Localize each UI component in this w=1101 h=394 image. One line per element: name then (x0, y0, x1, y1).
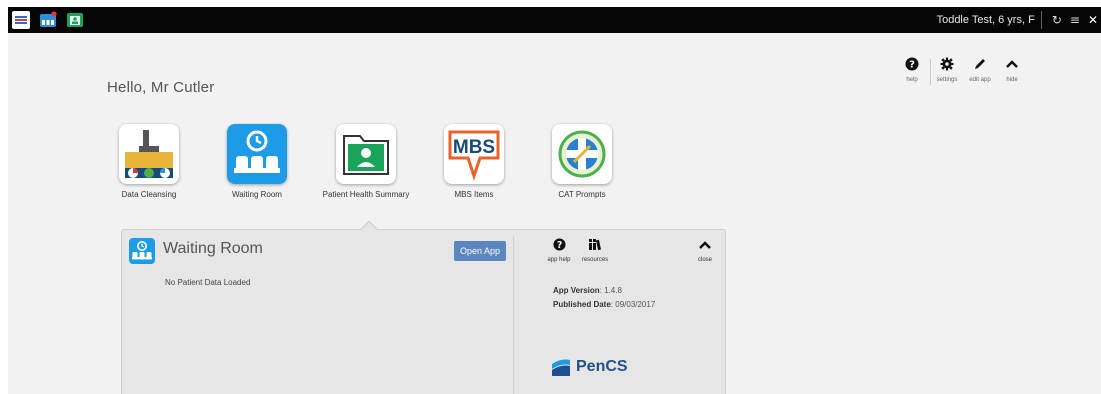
close-label: close (697, 257, 712, 263)
mbs-items-icon: MBS (444, 124, 504, 184)
close-panel-button[interactable]: close (685, 238, 725, 263)
patient-summary-tab-icon[interactable] (66, 11, 84, 29)
help-button[interactable]: ? help (894, 57, 930, 83)
app-version-row: App Version: 1.4.8 (553, 286, 622, 295)
divider (1040, 11, 1042, 29)
version-value: : 1.4.8 (599, 286, 622, 295)
app-tile-label: Data Cleansing (121, 190, 177, 199)
close-icon[interactable]: ✕ (1088, 13, 1098, 27)
app-tile-label: CAT Prompts (558, 190, 606, 199)
resources-button[interactable]: resources (575, 238, 615, 263)
greeting-text: Hello, Mr Cutler (107, 79, 215, 96)
cat-prompts-icon (552, 124, 612, 184)
mbs-icon-text: MBS (453, 137, 495, 158)
help-icon: ? (539, 238, 579, 254)
app-tile-waiting-room[interactable]: Waiting Room (207, 124, 307, 199)
waiting-room-tab-icon[interactable] (39, 11, 57, 29)
panel-divider (513, 236, 514, 394)
published-value: : 09/03/2017 (610, 300, 656, 309)
edit-app-button[interactable]: edit app (962, 57, 998, 83)
app-tile-cat-prompts[interactable]: CAT Prompts (532, 124, 632, 199)
waiting-room-icon (129, 238, 155, 264)
app-tile-label: MBS Items (454, 190, 494, 199)
patient-health-summary-icon (336, 124, 396, 184)
app-tile-mbs-items[interactable]: MBS MBS Items (424, 124, 524, 199)
pencil-icon (962, 57, 998, 75)
svg-text:?: ? (909, 60, 915, 71)
books-icon (575, 238, 615, 254)
data-cleansing-icon (119, 124, 179, 184)
hide-button[interactable]: hide (994, 57, 1030, 83)
settings-button[interactable]: settings (929, 57, 965, 83)
app-tile-label: Patient Health Summary (322, 190, 410, 199)
hide-label: hide (1006, 77, 1018, 83)
open-app-button[interactable]: Open App (454, 241, 507, 261)
app-help-label: app help (547, 257, 571, 263)
patient-info-label[interactable]: Toddle Test, 6 yrs, F (937, 14, 1035, 26)
published-date-row: Published Date: 09/03/2017 (553, 300, 655, 309)
app-tile-label: Waiting Room (232, 190, 282, 199)
settings-label: settings (936, 77, 958, 83)
app-help-button[interactable]: ? app help (539, 238, 579, 263)
gear-icon (929, 57, 965, 75)
pencs-brand-text: PenCS (576, 358, 628, 375)
patient-context-strip: Toddle Test, 6 yrs, F ↻ ≡ ✕ (937, 7, 1101, 33)
help-label: help (906, 77, 918, 83)
app-detail-panel: Waiting Room Open App No Patient Data Lo… (121, 220, 726, 394)
pencs-logo-icon (552, 359, 570, 376)
home-tab-icon[interactable] (12, 11, 30, 29)
status-text: No Patient Data Loaded (165, 278, 251, 287)
detail-title: Waiting Room (163, 240, 263, 257)
published-label: Published Date (553, 300, 611, 309)
chevron-up-icon (685, 238, 725, 254)
refresh-icon[interactable]: ↻ (1052, 13, 1062, 27)
pencs-logo: PenCS (550, 354, 628, 380)
chevron-up-icon (994, 57, 1030, 75)
panel-pointer (360, 220, 378, 238)
version-label: App Version (553, 286, 600, 295)
edit-app-label: edit app (969, 77, 991, 83)
app-tile-data-cleansing[interactable]: Data Cleansing (99, 124, 199, 199)
help-icon: ? (894, 57, 930, 75)
main-panel: Hello, Mr Cutler ? help settings edit ap… (8, 33, 1101, 394)
resources-label: resources (581, 257, 609, 263)
waiting-room-icon (227, 124, 287, 184)
top-app-bar: Toddle Test, 6 yrs, F ↻ ≡ ✕ (8, 7, 1101, 33)
menu-icon[interactable]: ≡ (1070, 13, 1080, 27)
app-tile-patient-health-summary[interactable]: Patient Health Summary (316, 124, 416, 199)
svg-text:?: ? (556, 240, 561, 251)
